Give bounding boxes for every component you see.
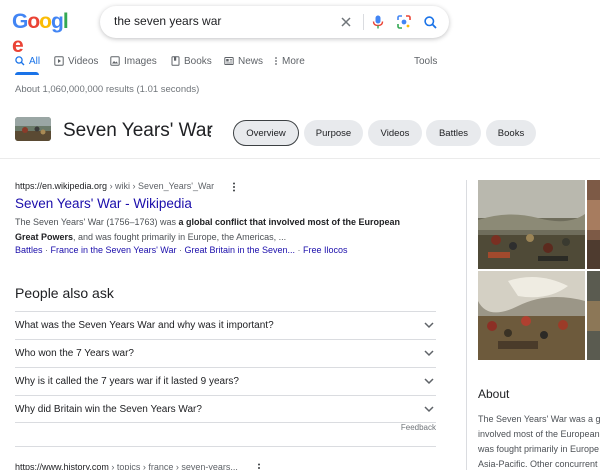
tab-books[interactable]: Books	[171, 54, 212, 68]
logo-letter-g2: g	[51, 10, 64, 33]
chevron-down-icon	[424, 350, 434, 357]
result-url[interactable]: https://www.history.com › topics › franc…	[15, 462, 238, 470]
camera-lens-icon[interactable]	[394, 12, 414, 32]
description-line: was fought primarily in Europe	[478, 444, 600, 454]
tab-videos[interactable]: Videos	[54, 54, 98, 68]
knowledge-panel-image-main[interactable]	[478, 180, 585, 269]
knowledge-panel-image-bottom[interactable]	[478, 271, 585, 360]
tab-more[interactable]: More	[274, 54, 305, 68]
knowledge-panel-image-bottom-right[interactable]	[587, 271, 600, 360]
knowledge-panel-description: The Seven Years' War was a g involved mo…	[478, 412, 600, 470]
search-icon	[15, 56, 25, 66]
chip-battles[interactable]: Battles	[426, 120, 481, 146]
description-line: involved most of the European	[478, 429, 600, 439]
paa-title: People also ask	[15, 285, 114, 301]
search-tabs: All Videos Images Books News More Tools	[15, 54, 585, 68]
knowledge-panel-about: About	[478, 387, 510, 401]
chip-label: Overview	[246, 127, 286, 139]
knowledge-panel-border	[466, 180, 467, 470]
tools-label: Tools	[414, 55, 438, 67]
tab-label: Videos	[68, 55, 99, 67]
chip-label: Purpose	[315, 127, 352, 139]
more-vert-icon[interactable]	[230, 180, 238, 192]
sitelink-france[interactable]: France in the Seven Years' War	[51, 245, 177, 255]
tab-label: All	[29, 55, 41, 67]
snippet-text: , and was fought primarily in Europe, th…	[73, 232, 287, 242]
more-vert-icon[interactable]	[255, 461, 263, 470]
search-input[interactable]	[114, 14, 324, 28]
book-icon	[171, 56, 180, 66]
logo-letter-o2: o	[39, 10, 52, 33]
result-title-link[interactable]: Seven Years' War - Wikipedia	[15, 196, 192, 211]
sitelink-separator: ·	[42, 245, 51, 255]
microphone-icon[interactable]	[368, 12, 388, 32]
feedback-link[interactable]: Feedback	[401, 423, 436, 432]
entity-thumbnail[interactable]	[15, 117, 51, 141]
sitelink-battles[interactable]: Battles	[15, 245, 43, 255]
sitelink-separator: ·	[295, 245, 304, 255]
result-url[interactable]: https://en.wikipedia.org › wiki › Seven_…	[15, 181, 214, 191]
logo-letter-l: l	[62, 10, 69, 33]
tab-all[interactable]: All	[15, 54, 40, 68]
paa-question-text: Who won the 7 Years war?	[15, 348, 134, 359]
tab-news[interactable]: News	[224, 54, 263, 68]
search-divider	[363, 14, 364, 30]
active-tab-indicator	[15, 72, 39, 75]
result-url-host: https://www.history.com	[15, 462, 109, 470]
sitelink-great-britain[interactable]: Great Britain in the Seven...	[184, 245, 295, 255]
knowledge-panel-image-right[interactable]	[587, 180, 600, 269]
search-box[interactable]	[100, 6, 449, 38]
section-divider	[15, 446, 436, 447]
chip-label: Books	[497, 127, 525, 139]
snippet-bold: a global conflict that involved most of …	[178, 217, 401, 227]
entity-title: Seven Years' War	[63, 120, 213, 141]
logo-letter-g: G	[12, 10, 28, 33]
chip-books[interactable]: Books	[486, 120, 536, 146]
chip-purpose[interactable]: Purpose	[304, 120, 363, 146]
paa-question[interactable]: Why did Britain win the Seven Years War?	[15, 395, 436, 423]
paa-bottom-border	[15, 422, 436, 423]
sitelink-free-ilocos[interactable]: Free Ilocos	[303, 245, 348, 255]
tab-images[interactable]: Images	[110, 54, 157, 68]
sitelinks: Battles · France in the Seven Years' War…	[15, 245, 348, 255]
clear-icon[interactable]	[336, 12, 356, 32]
logo-letter-o1: o	[27, 10, 40, 33]
paa-question[interactable]: Who won the 7 Years war?	[15, 339, 436, 367]
header-divider	[0, 158, 600, 159]
paa-question-text: Why is it called the 7 years war if it l…	[15, 376, 239, 387]
chevron-down-icon	[424, 378, 434, 385]
paa-question-text: Why did Britain win the Seven Years War?	[15, 404, 202, 415]
google-logo[interactable]: Google	[12, 10, 72, 57]
paa-question[interactable]: What was the Seven Years War and why was…	[15, 311, 436, 339]
result-url-host: https://en.wikipedia.org	[15, 181, 108, 191]
tab-label: Images	[124, 55, 157, 67]
news-icon	[224, 57, 234, 65]
snippet-text: The Seven Years' War (1756–1763) was	[15, 217, 179, 227]
tab-label: More	[282, 55, 305, 67]
result-url-path: › wiki › Seven_Years'_War	[107, 181, 215, 191]
tools-button[interactable]: Tools	[414, 54, 437, 68]
tab-label: News	[238, 55, 264, 67]
result-url-path: › topics › france › seven-years...	[108, 462, 238, 470]
paa-question[interactable]: Why is it called the 7 years war if it l…	[15, 367, 436, 395]
result-snippet: The Seven Years' War (1756–1763) was a g…	[15, 215, 400, 245]
chevron-down-icon	[424, 406, 434, 413]
more-vert-icon	[275, 57, 277, 65]
tab-label: Books	[184, 55, 212, 67]
more-vert-icon[interactable]	[205, 124, 215, 140]
description-line: Asia-Pacific. Other concurrent	[478, 459, 598, 469]
chip-label: Battles	[438, 127, 469, 139]
chevron-down-icon	[424, 322, 434, 329]
description-line: The Seven Years' War was a g	[478, 414, 600, 424]
chip-label: Videos	[380, 127, 410, 139]
paa-question-text: What was the Seven Years War and why was…	[15, 320, 274, 331]
chip-overview[interactable]: Overview	[233, 120, 299, 146]
image-icon	[110, 56, 120, 66]
results-count: About 1,060,000,000 results (1.01 second…	[15, 84, 200, 95]
chip-videos[interactable]: Videos	[368, 120, 422, 146]
snippet-bold: Great Powers	[15, 232, 74, 242]
search-icon[interactable]	[420, 12, 440, 32]
video-icon	[54, 56, 64, 66]
